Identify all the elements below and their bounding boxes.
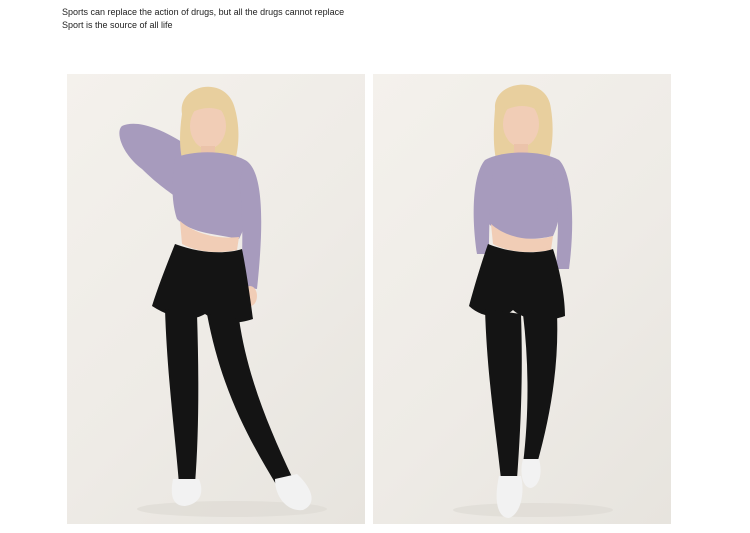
model-photo-right bbox=[373, 74, 671, 524]
caption: Sports can replace the action of drugs, … bbox=[62, 6, 344, 32]
model-photo-left bbox=[67, 74, 365, 524]
caption-line-2: Sport is the source of all life bbox=[62, 20, 173, 30]
caption-line-1: Sports can replace the action of drugs, … bbox=[62, 7, 345, 17]
